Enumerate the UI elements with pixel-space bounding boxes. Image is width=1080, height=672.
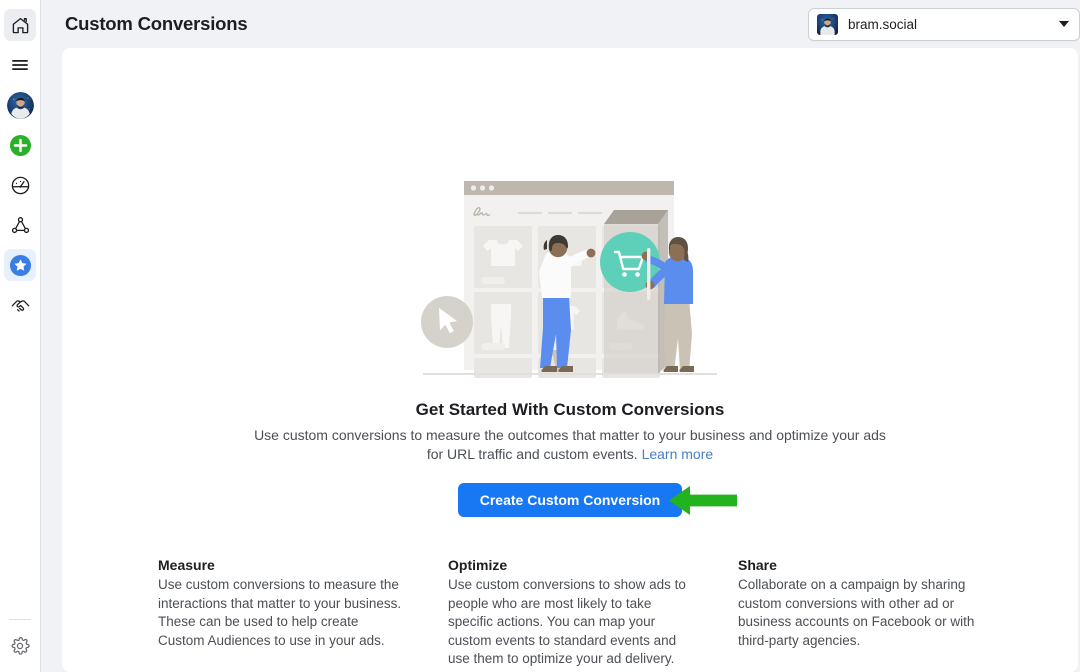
home-icon xyxy=(11,16,30,35)
gear-icon xyxy=(10,636,30,656)
feature-measure: Measure Use custom conversions to measur… xyxy=(158,557,402,669)
gauge-icon xyxy=(10,175,31,196)
content-card: Get Started With Custom Conversions Use … xyxy=(62,48,1078,672)
user-photo-avatar xyxy=(817,13,838,35)
feature-optimize-body: Use custom conversions to show ads to pe… xyxy=(448,577,686,666)
network-nodes-icon xyxy=(10,215,31,236)
main-region: Custom Conversions bram.social Get Start… xyxy=(41,0,1080,672)
green-left-arrow-annotation xyxy=(669,485,737,516)
sidebar-item-home[interactable] xyxy=(4,9,36,41)
account-selector[interactable]: bram.social xyxy=(808,7,1080,41)
star-circle-icon xyxy=(9,254,32,277)
empty-state-description: Use custom conversions to measure the ou… xyxy=(253,426,887,464)
cta-row: Create Custom Conversion xyxy=(62,483,1078,517)
feature-optimize: Optimize Use custom conversions to show … xyxy=(448,557,692,669)
rail-divider xyxy=(9,619,31,620)
create-custom-conversion-button[interactable]: Create Custom Conversion xyxy=(457,483,683,517)
sidebar-item-create[interactable] xyxy=(4,129,36,161)
account-name: bram.social xyxy=(848,16,918,32)
handshake-icon xyxy=(10,295,31,316)
plus-circle-icon xyxy=(9,134,32,157)
page-title: Custom Conversions xyxy=(65,13,248,34)
sidebar-item-partnerships[interactable] xyxy=(4,289,36,321)
empty-state-description-text: Use custom conversions to measure the ou… xyxy=(254,427,886,462)
chevron-down-icon[interactable] xyxy=(1059,21,1069,27)
left-nav-rail xyxy=(0,0,41,672)
feature-share-title: Share xyxy=(738,557,777,573)
sidebar-item-audiences[interactable] xyxy=(4,209,36,241)
sidebar-item-custom-conversions[interactable] xyxy=(4,249,36,281)
feature-measure-title: Measure xyxy=(158,557,215,573)
avatar-photo xyxy=(6,91,34,119)
sidebar-item-settings[interactable] xyxy=(4,630,36,662)
empty-state: Get Started With Custom Conversions Use … xyxy=(62,48,1078,669)
hamburger-menu-icon xyxy=(10,55,30,75)
learn-more-link[interactable]: Learn more xyxy=(642,446,714,462)
empty-state-title: Get Started With Custom Conversions xyxy=(415,400,725,419)
storefront-shopping-illustration xyxy=(419,174,721,382)
feature-share: Share Collaborate on a campaign by shari… xyxy=(738,557,982,669)
app-root: Custom Conversions bram.social Get Start… xyxy=(0,0,1080,672)
sidebar-item-menu[interactable] xyxy=(4,49,36,81)
feature-columns: Measure Use custom conversions to measur… xyxy=(62,557,1078,669)
top-bar: Custom Conversions bram.social xyxy=(41,0,1080,48)
feature-optimize-title: Optimize xyxy=(448,557,508,573)
feature-share-body: Collaborate on a campaign by sharing cus… xyxy=(738,577,975,648)
sidebar-item-performance[interactable] xyxy=(4,169,36,201)
feature-measure-body: Use custom conversions to measure the in… xyxy=(158,577,402,648)
sidebar-item-profile[interactable] xyxy=(4,89,36,121)
